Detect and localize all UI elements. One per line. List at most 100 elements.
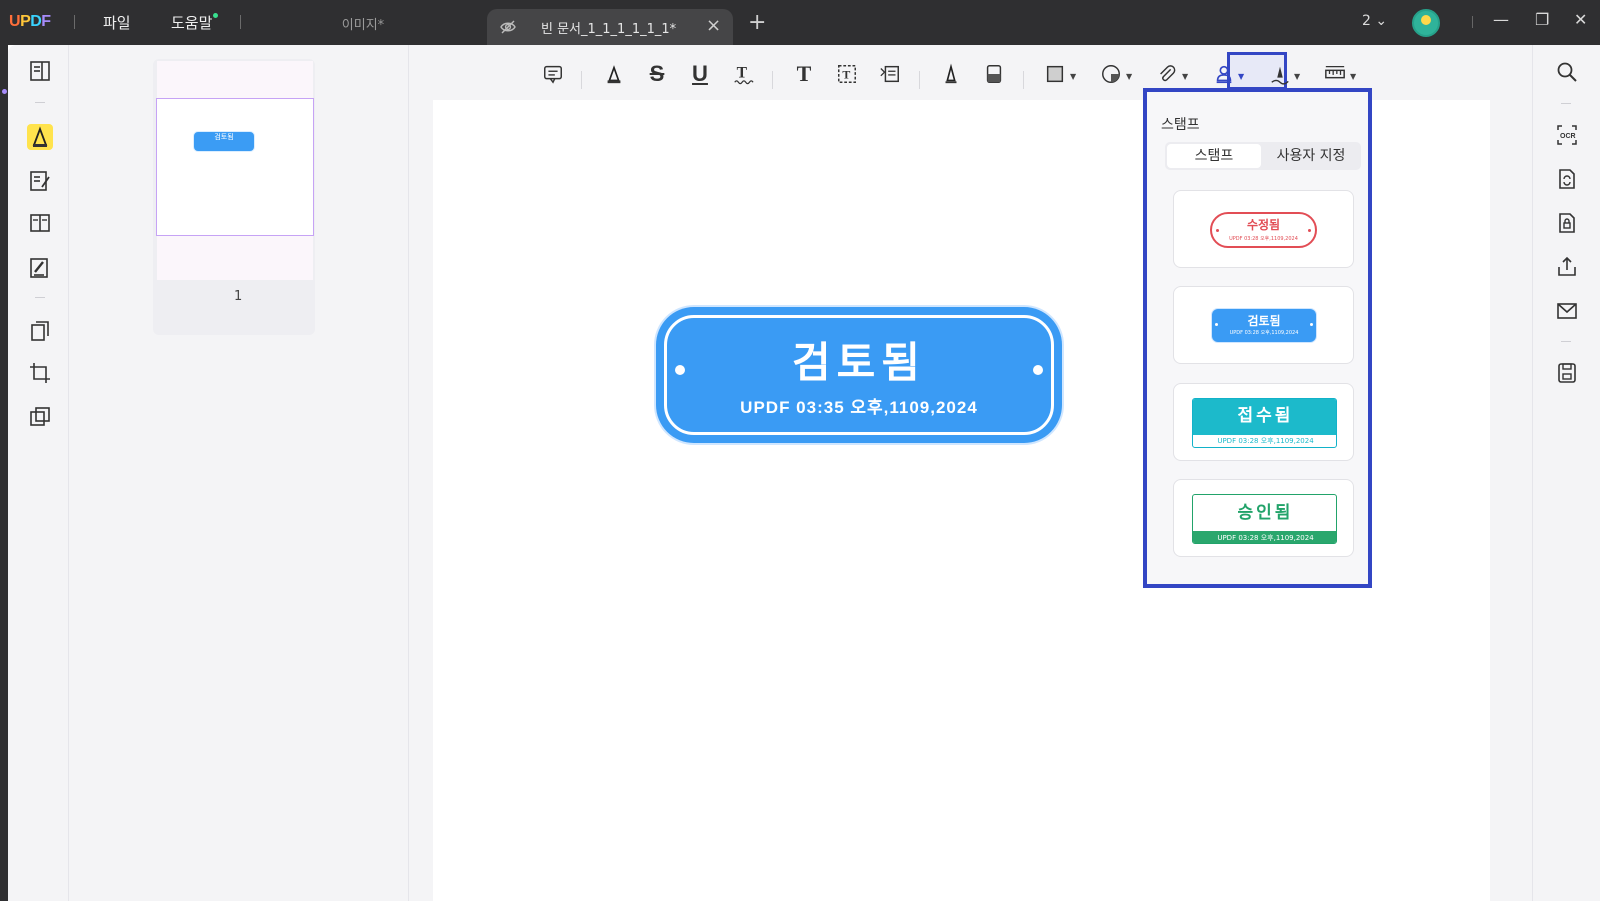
thumbnail-stamp: 검토됨 bbox=[193, 131, 255, 152]
shape-icon[interactable] bbox=[1042, 61, 1068, 87]
sticker-icon[interactable] bbox=[1098, 61, 1124, 87]
protect-icon[interactable] bbox=[1555, 211, 1579, 235]
stamp-sub: UPDF 03:28 오후,1109,2024 bbox=[1229, 330, 1299, 336]
crop-icon[interactable] bbox=[28, 361, 52, 385]
reader-icon[interactable] bbox=[28, 59, 52, 83]
restore-icon[interactable]: ❐ bbox=[1535, 10, 1549, 29]
eraser-icon[interactable] bbox=[981, 61, 1007, 87]
divider bbox=[35, 297, 45, 298]
edit-pdf-icon[interactable] bbox=[28, 169, 52, 193]
stamp-label: 접수됨 bbox=[1193, 399, 1336, 435]
thumbnail-margin bbox=[157, 236, 313, 280]
chevron-down-icon: ⌄ bbox=[1375, 13, 1388, 29]
caret-down-icon[interactable]: ▼ bbox=[1126, 72, 1132, 81]
attachment-icon[interactable] bbox=[1154, 61, 1180, 87]
stamp-tabs: 스탬프 사용자 지정 bbox=[1165, 142, 1361, 170]
thumbnail-margin bbox=[157, 61, 313, 99]
help-notification-dot bbox=[213, 13, 218, 18]
svg-text:OCR: OCR bbox=[1560, 133, 1576, 140]
stamp-sub: UPDF 03:28 오후,1109,2024 bbox=[1217, 437, 1314, 445]
reviewed-stamp-preview: 검토됨 UPDF 03:28 오후,1109,2024 bbox=[1212, 309, 1316, 342]
annotation-toolbar: S U T T T ▼ ▼ ▼ ▼ ▼ ▼ bbox=[540, 52, 1400, 92]
stamp-sub: UPDF 03:28 오후,1109,2024 bbox=[1193, 531, 1336, 543]
form-icon[interactable] bbox=[28, 256, 52, 280]
tab-document[interactable]: 빈 문서_1_1_1_1_1_1* × bbox=[487, 9, 733, 45]
divider bbox=[1561, 341, 1571, 342]
divider bbox=[772, 71, 773, 89]
title-bar: UPDF 파일 도움말 이미지* 빈 문서_1_1_1_1_1_1* × + 2… bbox=[0, 0, 1600, 45]
approved-stamp-preview: 승인됨 UPDF 03:28 오후,1109,2024 bbox=[1192, 494, 1337, 544]
menu-help[interactable]: 도움말 bbox=[171, 12, 212, 33]
close-tab-icon[interactable]: × bbox=[706, 15, 721, 36]
stamp-panel: 스탬프 스탬프 사용자 지정 수정됨 UPDF 03:28 오후,1109,20… bbox=[1143, 88, 1372, 588]
tab-custom[interactable]: 사용자 지정 bbox=[1263, 144, 1359, 168]
new-tab-icon[interactable]: + bbox=[748, 10, 766, 35]
pencil-icon[interactable] bbox=[938, 61, 964, 87]
divider bbox=[1561, 103, 1571, 104]
minimize-icon[interactable]: — bbox=[1493, 10, 1509, 29]
save-icon[interactable] bbox=[1555, 361, 1579, 385]
tab-label: 빈 문서_1_1_1_1_1_1* bbox=[541, 22, 677, 37]
tab-stamp[interactable]: 스탬프 bbox=[1167, 144, 1261, 168]
indicator-dot bbox=[2, 89, 7, 94]
signature-icon[interactable] bbox=[1267, 61, 1293, 87]
stamp-label: 수정됨 bbox=[1246, 218, 1281, 232]
convert-icon[interactable] bbox=[28, 319, 52, 343]
stamp-option-approved[interactable]: 승인됨 UPDF 03:28 오후,1109,2024 bbox=[1173, 479, 1354, 557]
highlight-icon[interactable] bbox=[601, 61, 627, 87]
stamp-option-received[interactable]: 접수됨 UPDF 03:28 오후,1109,2024 bbox=[1173, 383, 1354, 461]
layers-icon[interactable] bbox=[28, 405, 52, 429]
page-count-dropdown[interactable]: 2 ⌄ bbox=[1362, 13, 1387, 29]
stamp-label: 승인됨 bbox=[1237, 503, 1294, 523]
stamp-panel-title: 스탬프 bbox=[1161, 117, 1200, 133]
divider bbox=[74, 15, 75, 29]
ocr-icon[interactable]: OCR bbox=[1555, 123, 1579, 147]
caret-down-icon[interactable]: ▼ bbox=[1070, 72, 1076, 81]
menu-file[interactable]: 파일 bbox=[103, 12, 131, 33]
divider bbox=[919, 71, 920, 89]
divider bbox=[1472, 16, 1473, 28]
review-stamp[interactable]: 검토됨 UPDF 03:35 오후,1109,2024 bbox=[656, 307, 1062, 443]
stamp-label: 검토됨 bbox=[1247, 314, 1281, 328]
tab-label: 이미지* bbox=[341, 18, 385, 33]
close-window-icon[interactable]: ✕ bbox=[1574, 10, 1587, 29]
stamp-sub: UPDF 03:28 오후,1109,2024 bbox=[1229, 236, 1298, 242]
caret-down-icon[interactable]: ▼ bbox=[1350, 72, 1356, 81]
comment-icon[interactable] bbox=[540, 61, 566, 87]
stamp-subtitle: UPDF 03:35 오후,1109,2024 bbox=[740, 398, 978, 417]
app-logo: UPDF bbox=[9, 13, 51, 30]
caret-down-icon[interactable]: ▼ bbox=[1182, 72, 1188, 81]
left-rail bbox=[0, 45, 8, 901]
right-toolbar: OCR bbox=[1532, 45, 1600, 901]
email-icon[interactable] bbox=[1555, 299, 1579, 323]
measure-icon[interactable] bbox=[1322, 61, 1348, 87]
left-toolbar bbox=[8, 45, 69, 901]
thumbnail-page-number: 1 bbox=[234, 289, 243, 304]
share-icon[interactable] bbox=[1555, 255, 1579, 279]
underline-icon[interactable]: U bbox=[687, 61, 713, 87]
text-callout-icon[interactable] bbox=[877, 61, 903, 87]
squiggly-icon[interactable]: T bbox=[730, 61, 756, 87]
caret-down-icon[interactable]: ▼ bbox=[1294, 72, 1300, 81]
search-icon[interactable] bbox=[1555, 60, 1579, 84]
organize-pages-icon[interactable] bbox=[28, 211, 52, 235]
thumbnail-stamp-label: 검토됨 bbox=[214, 133, 234, 141]
divider bbox=[581, 71, 582, 89]
tab-image[interactable]: 이미지* bbox=[240, 0, 486, 45]
hidden-eye-icon bbox=[500, 20, 516, 34]
text-icon[interactable]: T bbox=[791, 61, 817, 87]
convert-pdf-icon[interactable] bbox=[1555, 167, 1579, 191]
stamp-option-reviewed[interactable]: 검토됨 UPDF 03:28 오후,1109,2024 bbox=[1173, 286, 1354, 364]
comment-tool-icon[interactable] bbox=[28, 125, 52, 149]
stamp-option-revised[interactable]: 수정됨 UPDF 03:28 오후,1109,2024 bbox=[1173, 190, 1354, 268]
revised-stamp-preview: 수정됨 UPDF 03:28 오후,1109,2024 bbox=[1210, 212, 1317, 248]
textbox-icon[interactable]: T bbox=[834, 61, 860, 87]
svg-text:T: T bbox=[737, 65, 748, 82]
avatar[interactable] bbox=[1412, 9, 1440, 37]
strikethrough-icon[interactable]: S bbox=[644, 61, 670, 87]
stamp-icon[interactable] bbox=[1211, 61, 1237, 87]
caret-down-icon[interactable]: ▼ bbox=[1238, 72, 1244, 81]
page-count: 2 bbox=[1362, 13, 1371, 29]
received-stamp-preview: 접수됨 UPDF 03:28 오후,1109,2024 bbox=[1192, 398, 1337, 448]
thumbnail-page[interactable] bbox=[156, 98, 314, 236]
